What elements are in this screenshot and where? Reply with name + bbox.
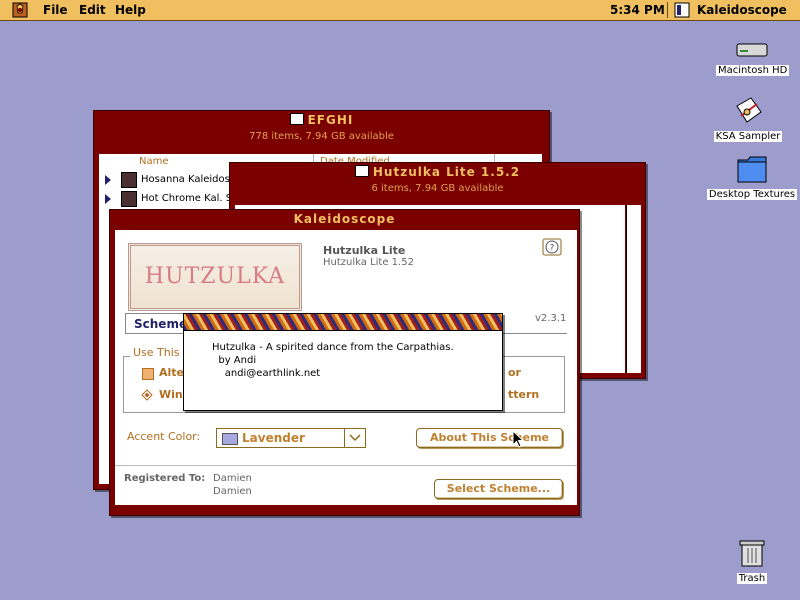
scheme-version: Hutzulka Lite 1.52 (323, 257, 414, 268)
window-title: EFGHI (307, 113, 354, 127)
scheme-description-text: Hutzulka - A spirited dance from the Car… (212, 342, 454, 379)
mouse-pointer-icon (512, 430, 524, 448)
desktop-icon-label: KSA Sampler (713, 131, 783, 142)
file-name: Hosanna Kaleidosco (141, 174, 242, 185)
option-window-label: Win (159, 388, 183, 401)
menu-file[interactable]: File (43, 3, 68, 17)
chevron-down-icon[interactable] (344, 429, 365, 447)
window-title-bar[interactable]: Hutzulka Lite 1.5.2 (230, 163, 645, 181)
window-title-bar[interactable]: EFGHI (94, 111, 549, 129)
scheme-name: Hutzulka Lite (323, 244, 406, 257)
desktop-icon-label: Trash (736, 573, 768, 584)
option-alternate-label: Alte (159, 366, 185, 379)
window-title: Hutzulka Lite 1.5.2 (372, 165, 521, 179)
dialog-title-bar[interactable]: Kaleidoscope (110, 210, 579, 228)
desktop-icon-label: Desktop Textures (706, 189, 798, 200)
menubar-clock[interactable]: 5:34 PM (610, 3, 665, 17)
desktop-icon-ksa-sampler[interactable]: KSA Sampler (712, 96, 784, 142)
desktop-icon-trash[interactable]: Trash (728, 538, 776, 584)
desktop-icon-desktop-textures[interactable]: Desktop Textures (706, 154, 798, 200)
registered-name: Damien (213, 473, 252, 484)
folder-icon (737, 156, 767, 183)
file-icon (121, 191, 137, 207)
desktop-icon-macintosh-hd[interactable]: Macintosh HD (716, 40, 790, 76)
window-info: 778 items, 7.94 GB available (249, 131, 394, 142)
document-icon (736, 97, 762, 123)
registered-to-label: Registered To: (124, 473, 206, 484)
about-scheme-button[interactable]: About This Scheme (416, 428, 563, 448)
scheme-logo: HUTZULKA (128, 243, 302, 311)
menu-edit[interactable]: Edit (79, 3, 106, 17)
hard-disk-icon (736, 43, 768, 57)
file-icon (121, 172, 137, 188)
application-menu[interactable]: Kaleidoscope (697, 3, 787, 17)
checkbox-alternate[interactable] (142, 368, 154, 380)
menu-help[interactable]: Help (115, 3, 146, 17)
accent-color-value: Lavender (242, 431, 305, 445)
disclosure-triangle-icon[interactable] (105, 194, 111, 204)
menubar-separator (667, 2, 668, 18)
option-pattern-label-suffix: ttern (508, 388, 540, 401)
use-this-label: Use This (130, 346, 183, 359)
folder-icon (289, 113, 304, 125)
folder-icon (354, 165, 369, 177)
accent-color-popup[interactable]: Lavender (216, 428, 366, 448)
accent-color-label: Accent Color: (127, 430, 201, 443)
select-scheme-button[interactable]: Select Scheme... (434, 479, 563, 499)
trash-icon (739, 540, 765, 567)
disclosure-triangle-icon[interactable] (105, 175, 111, 185)
file-name: Hot Chrome Kal. S (141, 193, 233, 204)
scheme-description-popup: Hutzulka - A spirited dance from the Car… (183, 313, 503, 411)
popup-pattern-bar (184, 314, 502, 331)
menu-bar: File Edit Help 5:34 PM Kaleidoscope (0, 0, 800, 21)
application-menu-icon[interactable] (674, 2, 690, 18)
registered-org: Damien (213, 486, 252, 497)
color-swatch-icon (222, 433, 238, 445)
window-info: 6 items, 7.94 GB available (371, 183, 504, 194)
app-version: v2.3.1 (535, 313, 567, 324)
desktop-icon-label: Macintosh HD (716, 65, 790, 76)
divider (115, 465, 577, 466)
apple-menu-icon[interactable] (12, 2, 28, 18)
option-color-label-suffix: or (508, 366, 521, 379)
scrollbar[interactable] (626, 205, 641, 373)
svg-text:?: ? (550, 244, 555, 254)
help-icon[interactable]: ? (542, 238, 562, 256)
logo-text: HUTZULKA (144, 264, 286, 289)
radio-window-icon[interactable] (141, 389, 153, 401)
